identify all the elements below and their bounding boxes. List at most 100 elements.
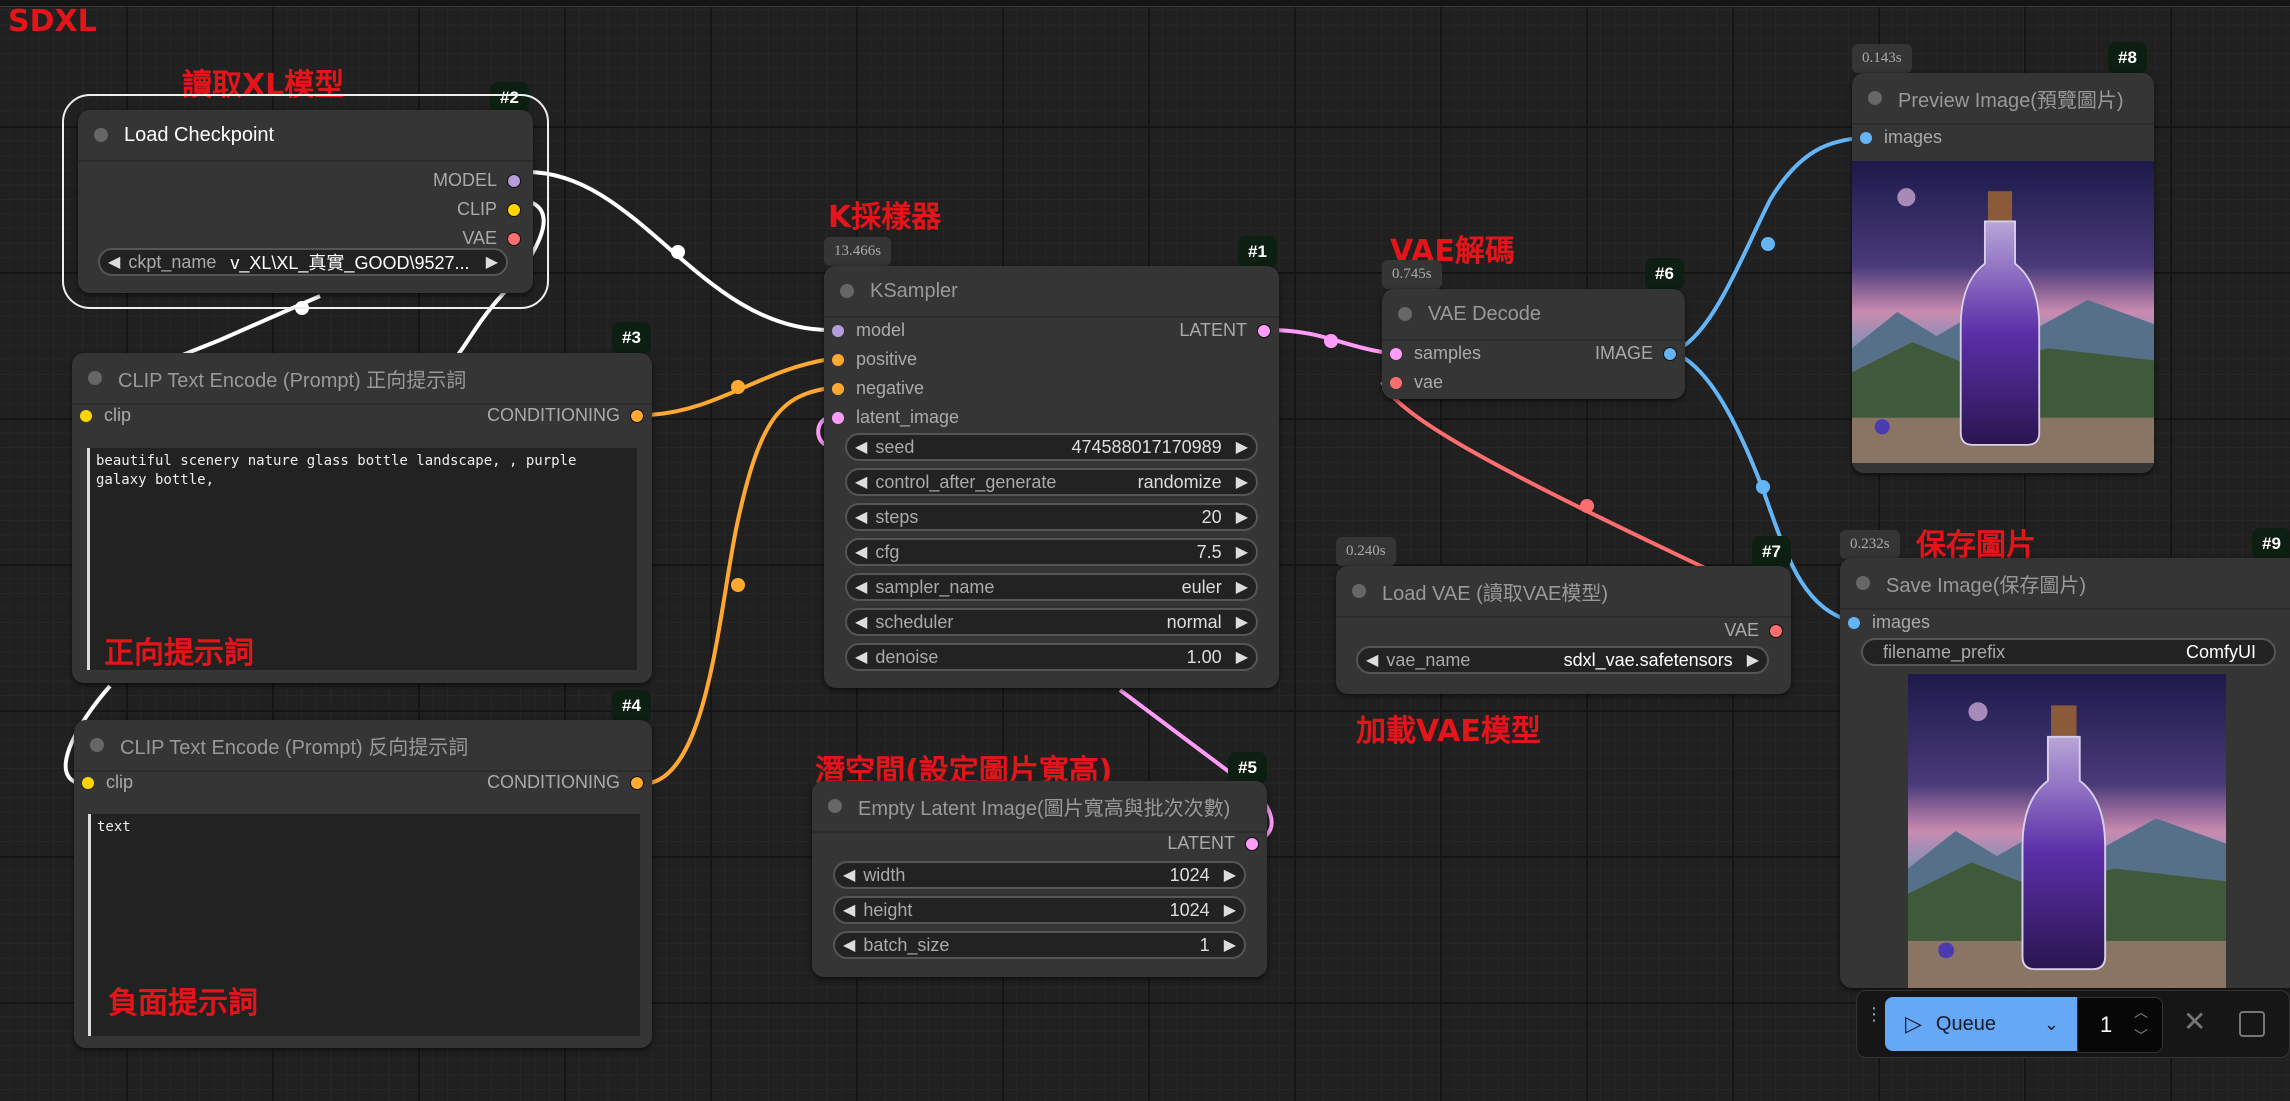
- output-clip[interactable]: CLIP: [457, 199, 521, 220]
- node-title-bar[interactable]: Load Checkpoint: [78, 110, 533, 162]
- increment-arrow-icon[interactable]: ▶: [1228, 647, 1256, 667]
- decrement-arrow-icon[interactable]: ◀: [847, 542, 875, 562]
- collapse-dot-icon[interactable]: [88, 371, 102, 385]
- denoise-widget[interactable]: ◀ denoise 1.00 ▶: [845, 643, 1258, 671]
- cancel-icon[interactable]: ✕: [2183, 1005, 2206, 1038]
- input-images[interactable]: images: [1848, 612, 1930, 633]
- drag-handle-icon[interactable]: ⋮: [1865, 1005, 1883, 1023]
- batch-size-widget[interactable]: ◀ batch_size 1 ▶: [833, 931, 1246, 959]
- node-title-bar[interactable]: KSampler: [824, 266, 1279, 318]
- slot-dot-icon[interactable]: [1390, 376, 1402, 389]
- slot-dot-icon[interactable]: [832, 324, 844, 337]
- decrement-arrow-icon[interactable]: ◀: [100, 252, 128, 272]
- output-vae[interactable]: VAE: [1724, 620, 1783, 641]
- slot-dot-icon[interactable]: [630, 408, 644, 423]
- node-clip-text-encode-negative[interactable]: CLIP Text Encode (Prompt) 反向提示詞 clip CON…: [74, 720, 652, 1048]
- wire-model-midpoint[interactable]: [671, 245, 685, 259]
- node-title-bar[interactable]: CLIP Text Encode (Prompt) 正向提示詞: [72, 353, 652, 405]
- node-save-image[interactable]: Save Image(保存圖片) images filename_prefix …: [1840, 558, 2290, 988]
- wire-image-save-midpoint[interactable]: [1756, 480, 1770, 494]
- input-model[interactable]: model: [832, 320, 905, 341]
- output-latent[interactable]: LATENT: [1167, 833, 1259, 854]
- collapse-dot-icon[interactable]: [1352, 584, 1366, 598]
- slot-dot-icon[interactable]: [80, 409, 92, 422]
- decrement-arrow-icon[interactable]: ◀: [847, 437, 875, 457]
- output-conditioning[interactable]: CONDITIONING: [487, 772, 644, 793]
- increment-arrow-icon[interactable]: ▶: [478, 252, 506, 272]
- increment-arrow-icon[interactable]: ▶: [1228, 507, 1256, 527]
- increment-arrow-icon[interactable]: ▶: [1216, 900, 1244, 920]
- decrement-arrow-icon[interactable]: ◀: [835, 935, 863, 955]
- scheduler-widget[interactable]: ◀ scheduler normal ▶: [845, 608, 1258, 636]
- node-load-vae[interactable]: Load VAE (讀取VAE模型) VAE ◀ vae_name sdxl_v…: [1336, 566, 1791, 694]
- collapse-dot-icon[interactable]: [1856, 576, 1870, 590]
- node-vae-decode[interactable]: VAE Decode samples vae IMAGE: [1382, 289, 1685, 399]
- slot-dot-icon[interactable]: [1663, 346, 1677, 361]
- decrement-arrow-icon[interactable]: ◀: [847, 472, 875, 492]
- output-vae[interactable]: VAE: [462, 228, 521, 249]
- increment-arrow-icon[interactable]: ▶: [1216, 865, 1244, 885]
- control-after-generate-widget[interactable]: ◀ control_after_generate randomize ▶: [845, 468, 1258, 496]
- collapse-dot-icon[interactable]: [1398, 307, 1412, 321]
- node-title-bar[interactable]: CLIP Text Encode (Prompt) 反向提示詞: [74, 720, 652, 772]
- sampler-name-widget[interactable]: ◀ sampler_name euler ▶: [845, 573, 1258, 601]
- slot-dot-icon[interactable]: [1257, 323, 1271, 338]
- slot-dot-icon[interactable]: [832, 411, 844, 424]
- wire-negative-midpoint[interactable]: [731, 578, 745, 592]
- output-conditioning[interactable]: CONDITIONING: [487, 405, 644, 426]
- steps-widget[interactable]: ◀ steps 20 ▶: [845, 503, 1258, 531]
- slot-dot-icon[interactable]: [507, 231, 521, 246]
- input-samples[interactable]: samples: [1390, 343, 1481, 364]
- input-clip[interactable]: clip: [80, 405, 131, 426]
- decrement-arrow-icon[interactable]: ◀: [847, 507, 875, 527]
- wire-image-preview-midpoint[interactable]: [1761, 237, 1775, 251]
- increment-arrow-icon[interactable]: ▶: [1739, 650, 1767, 670]
- slot-dot-icon[interactable]: [1245, 836, 1259, 851]
- slot-dot-icon[interactable]: [507, 173, 521, 188]
- output-image[interactable]: IMAGE: [1595, 343, 1677, 364]
- node-ksampler[interactable]: KSampler model positive negative latent_…: [824, 266, 1279, 688]
- increment-arrow-icon[interactable]: ▶: [1228, 612, 1256, 632]
- height-widget[interactable]: ◀ height 1024 ▶: [833, 896, 1246, 924]
- filename-prefix-input[interactable]: filename_prefix ComfyUI: [1861, 638, 2276, 666]
- input-latent-image[interactable]: latent_image: [832, 407, 959, 428]
- slot-dot-icon[interactable]: [1390, 347, 1402, 360]
- width-widget[interactable]: ◀ width 1024 ▶: [833, 861, 1246, 889]
- slot-dot-icon[interactable]: [1848, 616, 1860, 629]
- input-positive[interactable]: positive: [832, 349, 917, 370]
- node-load-checkpoint[interactable]: Load Checkpoint MODEL CLIP VAE ◀ ckpt_na…: [62, 94, 549, 309]
- decrement-arrow-icon[interactable]: ◀: [847, 647, 875, 667]
- saved-image-output[interactable]: [1908, 674, 2226, 988]
- slot-dot-icon[interactable]: [832, 353, 844, 366]
- preview-image-output[interactable]: [1852, 161, 2154, 463]
- output-latent[interactable]: LATENT: [1179, 320, 1271, 341]
- decrement-arrow-icon[interactable]: ◀: [847, 612, 875, 632]
- increment-icon[interactable]: ︿: [2134, 1002, 2148, 1022]
- node-title-bar[interactable]: VAE Decode: [1382, 289, 1685, 341]
- decrement-arrow-icon[interactable]: ◀: [1358, 650, 1386, 670]
- slot-dot-icon[interactable]: [82, 776, 94, 789]
- collapse-dot-icon[interactable]: [840, 284, 854, 298]
- wire-clip-midpoint[interactable]: [295, 301, 309, 315]
- queue-button[interactable]: ▷ Queue ⌄: [1885, 997, 2077, 1051]
- decrement-arrow-icon[interactable]: ◀: [835, 900, 863, 920]
- input-clip[interactable]: clip: [82, 772, 133, 793]
- node-title-bar[interactable]: Empty Latent Image(圖片寬高與批次次數): [812, 781, 1267, 833]
- wire-positive-midpoint[interactable]: [731, 380, 745, 394]
- slot-dot-icon[interactable]: [630, 775, 644, 790]
- node-title-bar[interactable]: Save Image(保存圖片): [1840, 558, 2290, 610]
- wire-vae-midpoint[interactable]: [1580, 499, 1594, 513]
- collapse-dot-icon[interactable]: [1868, 91, 1882, 105]
- input-vae[interactable]: vae: [1390, 372, 1443, 393]
- batch-count-input[interactable]: 1 ︿ ﹀: [2077, 997, 2163, 1053]
- increment-arrow-icon[interactable]: ▶: [1216, 935, 1244, 955]
- collapse-dot-icon[interactable]: [828, 799, 842, 813]
- cfg-widget[interactable]: ◀ cfg 7.5 ▶: [845, 538, 1258, 566]
- ckpt-name-combo[interactable]: ◀ ckpt_name v_XL\XL_真實_GOOD\9527... ▶: [98, 248, 508, 276]
- increment-arrow-icon[interactable]: ▶: [1228, 472, 1256, 492]
- node-title-bar[interactable]: Preview Image(預覽圖片): [1852, 73, 2154, 125]
- vae-name-combo[interactable]: ◀ vae_name sdxl_vae.safetensors ▶: [1356, 646, 1769, 674]
- node-preview-image[interactable]: Preview Image(預覽圖片) images: [1852, 73, 2154, 473]
- decrement-icon[interactable]: ﹀: [2134, 1026, 2148, 1046]
- wire-latent-midpoint[interactable]: [1324, 334, 1338, 348]
